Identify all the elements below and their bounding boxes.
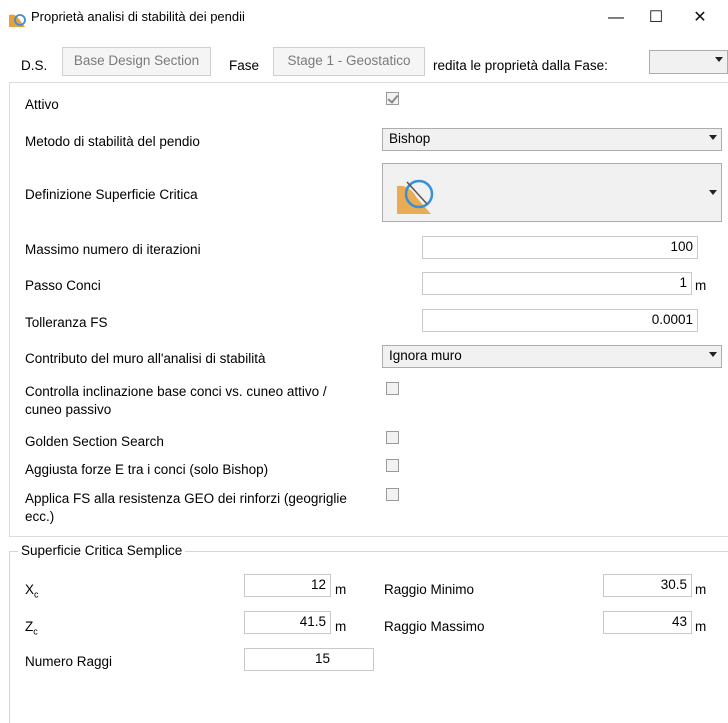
iterazioni-input[interactable]: 100 [422, 236, 698, 259]
superficie-critica-combo[interactable] [382, 163, 722, 222]
stage-button[interactable]: Stage 1 - Geostatico [273, 47, 425, 76]
tolleranza-input[interactable]: 0.0001 [422, 309, 698, 332]
title-bar: Proprietà analisi di stabilità dei pendi… [0, 0, 728, 36]
muro-value: Ignora muro [389, 348, 462, 363]
raggio-min-input[interactable]: 30.5 [603, 574, 692, 597]
raggio-max-label: Raggio Massimo [384, 619, 485, 634]
chevron-down-icon [709, 135, 717, 140]
aggiusta-checkbox[interactable] [386, 459, 399, 472]
applica-label: Applica FS alla resistenza GEO dei rinfo… [25, 491, 347, 524]
raggio-max-unit: m [695, 619, 707, 634]
inclinazione-label: Controlla inclinazione base conci vs. cu… [25, 384, 327, 417]
attivo-label: Attivo [25, 97, 59, 112]
tolleranza-label: Tolleranza FS [25, 315, 108, 330]
numero-raggi-input[interactable]: 15 [244, 648, 374, 671]
zc-label: Zc [25, 619, 38, 637]
ds-label: D.S. [21, 58, 48, 73]
passo-input[interactable]: 1 [422, 272, 692, 295]
surface-group-title: Superficie Critica Semplice [18, 543, 186, 558]
maximize-button[interactable]: ☐ [636, 3, 676, 33]
xc-value: 12 [310, 577, 326, 592]
metodo-value: Bishop [389, 131, 431, 146]
raggio-max-value: 43 [671, 614, 687, 629]
window-title: Proprietà analisi di stabilità dei pendi… [31, 9, 245, 24]
numero-raggi-label: Numero Raggi [25, 654, 113, 669]
iterazioni-value: 100 [670, 239, 693, 254]
iterazioni-label: Massimo numero di iterazioni [25, 242, 201, 257]
xc-unit: m [335, 582, 347, 597]
golden-label: Golden Section Search [25, 434, 164, 449]
metodo-combo[interactable]: Bishop [382, 128, 722, 151]
xc-input[interactable]: 12 [244, 574, 331, 597]
design-section-button[interactable]: Base Design Section [62, 47, 211, 76]
golden-checkbox[interactable] [386, 431, 399, 444]
raggio-min-value: 30.5 [660, 577, 687, 592]
raggio-min-unit: m [695, 582, 707, 597]
aggiusta-label: Aggiusta forze E tra i conci (solo Bisho… [25, 462, 269, 477]
attivo-checkbox[interactable] [386, 92, 399, 105]
inherit-label: redita le proprietà dalla Fase: [433, 58, 608, 73]
app-icon [9, 14, 26, 27]
minimize-button[interactable]: — [596, 3, 636, 33]
muro-combo[interactable]: Ignora muro [382, 345, 722, 368]
inherit-phase-combo[interactable] [649, 50, 728, 74]
metodo-label: Metodo di stabilità del pendio [25, 134, 200, 149]
chevron-down-icon [709, 190, 717, 195]
zc-value: 41.5 [299, 614, 326, 629]
xc-label: Xc [25, 582, 39, 600]
numero-raggi-value: 15 [314, 651, 330, 666]
inclinazione-checkbox[interactable] [386, 382, 399, 395]
critical-surface-circle-icon [397, 179, 434, 214]
passo-unit: m [695, 278, 707, 293]
muro-label: Contributo del muro all'analisi di stabi… [25, 351, 266, 366]
fase-label: Fase [229, 58, 260, 73]
superficie-label: Definizione Superficie Critica [25, 187, 198, 202]
tolleranza-value: 0.0001 [651, 312, 693, 327]
raggio-min-label: Raggio Minimo [384, 582, 475, 597]
close-button[interactable]: ✕ [680, 3, 720, 33]
applica-checkbox[interactable] [386, 488, 399, 501]
chevron-down-icon [709, 352, 717, 357]
passo-label: Passo Conci [25, 278, 101, 293]
raggio-max-input[interactable]: 43 [603, 611, 692, 634]
zc-input[interactable]: 41.5 [244, 611, 331, 634]
passo-value: 1 [679, 275, 687, 290]
zc-unit: m [335, 619, 347, 634]
chevron-down-icon [715, 57, 723, 62]
